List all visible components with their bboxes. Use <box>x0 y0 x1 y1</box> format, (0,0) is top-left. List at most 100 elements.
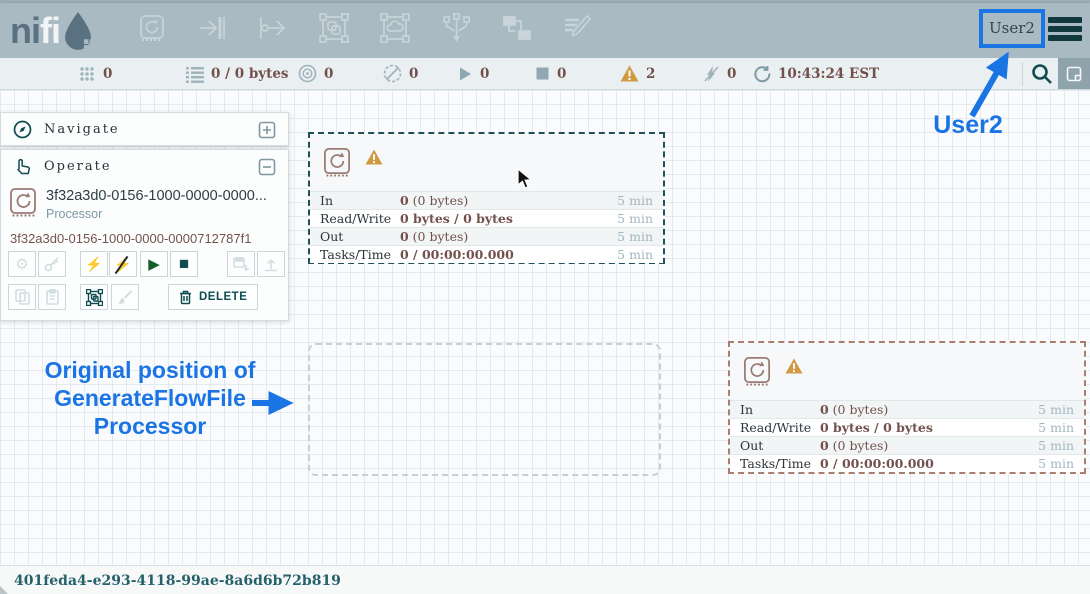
stat-window: 5 min <box>1038 456 1074 471</box>
stat-window: 5 min <box>617 193 653 208</box>
upload-template-button[interactable] <box>257 251 285 277</box>
status-transmitting: 0 <box>298 58 333 89</box>
stat-window: 5 min <box>1038 420 1074 435</box>
running-icon <box>457 66 473 82</box>
resize-grip <box>0 586 8 594</box>
stat-row-in: In 0 (0 bytes) 5 min <box>730 400 1084 418</box>
delete-button[interactable]: DELETE <box>168 284 258 310</box>
expand-icon[interactable] <box>258 121 276 139</box>
template-icon[interactable] <box>500 11 534 45</box>
search-icon <box>1030 62 1054 86</box>
disabled-bolt-icon <box>703 65 720 83</box>
operate-panel: Operate 3f32a3d0-0156-1000-0000-0000... … <box>0 149 289 321</box>
processor-generateflowfile[interactable]: In 0 (0 bytes) 5 min Read/Write 0 bytes … <box>308 132 665 264</box>
bolt-slash-icon: ⚡ <box>114 257 131 271</box>
operate-header[interactable]: Operate <box>1 150 288 183</box>
stat-row-out: Out 0 (0 bytes) 5 min <box>730 436 1084 454</box>
stat-value-bold: 0 / 00:00:00.000 <box>400 247 514 262</box>
stat-value-bold: 0 bytes / 0 bytes <box>400 211 513 226</box>
paste-button[interactable] <box>38 284 66 310</box>
stat-label: In <box>740 402 820 417</box>
threads-icon <box>78 65 96 83</box>
hand-pointer-icon <box>13 157 32 176</box>
search-button[interactable] <box>1030 62 1054 86</box>
stat-value-bold: 0 <box>820 402 829 417</box>
stat-window: 5 min <box>1038 438 1074 453</box>
stat-label: Read/Write <box>740 420 820 435</box>
status-active-threads: 0 <box>78 58 112 89</box>
funnel-icon[interactable] <box>440 11 474 45</box>
stat-row-readwrite: Read/Write 0 bytes / 0 bytes 5 min <box>310 209 663 227</box>
processor-stamp-icon <box>742 355 773 387</box>
stat-window: 5 min <box>1038 402 1074 417</box>
gear-icon: ⚙ <box>15 255 28 273</box>
processor-header <box>730 343 1084 400</box>
save-template-button[interactable] <box>227 251 255 277</box>
processor-header <box>310 134 663 191</box>
selected-component-id: 3f32a3d0-0156-1000-0000-0000712787f1 <box>10 231 251 246</box>
group-button[interactable] <box>80 284 108 310</box>
processor-ghost-copy[interactable]: In 0 (0 bytes) 5 min Read/Write 0 bytes … <box>728 341 1086 474</box>
disable-button[interactable]: ⚡ <box>109 251 137 277</box>
stat-window: 5 min <box>617 211 653 226</box>
transmitting-count: 0 <box>324 66 333 82</box>
label-icon[interactable] <box>560 11 594 45</box>
processor-icon[interactable] <box>135 11 169 45</box>
last-refresh-time: 10:43:24 EST <box>778 66 879 82</box>
upload-template-icon <box>263 257 279 272</box>
access-policies-button[interactable] <box>38 251 66 277</box>
copy-button[interactable] <box>8 284 36 310</box>
status-refresh: 10:43:24 EST <box>753 58 879 89</box>
menu-bar <box>1048 26 1082 32</box>
nifi-application-window: nifi <box>0 0 1090 594</box>
stop-button[interactable]: ■ <box>170 251 198 277</box>
stat-row-tasks: Tasks/Time 0 / 00:00:00.000 5 min <box>730 454 1084 472</box>
stat-window: 5 min <box>617 229 653 244</box>
stat-label: Out <box>740 438 820 453</box>
warning-icon <box>620 65 639 82</box>
menu-bar <box>1048 17 1082 23</box>
remote-process-group-icon[interactable] <box>378 11 412 45</box>
configure-button[interactable]: ⚙ <box>8 251 36 277</box>
status-running: 0 <box>457 58 489 89</box>
copy-icon <box>15 289 30 305</box>
queued-list-icon <box>185 65 204 83</box>
transmitting-icon <box>298 64 317 83</box>
global-menu-button[interactable] <box>1048 17 1082 44</box>
navigate-header[interactable]: Navigate <box>1 113 288 146</box>
input-port-icon[interactable] <box>196 11 230 45</box>
stop-icon: ■ <box>179 254 189 274</box>
refresh-icon[interactable] <box>753 65 771 83</box>
bulletin-button[interactable] <box>1058 58 1090 89</box>
process-group-icon[interactable] <box>317 11 351 45</box>
navigate-title: Navigate <box>44 122 246 137</box>
save-template-icon <box>233 257 250 272</box>
enable-button[interactable]: ⚡ <box>80 251 108 277</box>
stat-label: Read/Write <box>320 211 400 226</box>
warning-icon <box>785 358 803 374</box>
operate-title: Operate <box>44 159 246 174</box>
disabled-count: 0 <box>727 66 736 82</box>
status-bar: 0 0 / 0 bytes 0 0 0 0 <box>0 58 1090 90</box>
selected-component-name: 3f32a3d0-0156-1000-0000-0000... <box>46 188 286 204</box>
status-disabled: 0 <box>703 58 736 89</box>
flow-id: 401feda4-e293-4118-99ae-8a6d6b72b819 <box>14 566 341 594</box>
note-icon <box>1066 66 1082 82</box>
processor-stamp-icon <box>8 186 40 218</box>
collapse-icon[interactable] <box>258 158 276 176</box>
trash-icon <box>179 290 192 305</box>
output-port-icon[interactable] <box>257 11 291 45</box>
start-button[interactable]: ▶ <box>140 251 168 277</box>
key-icon <box>44 256 60 272</box>
stat-row-readwrite: Read/Write 0 bytes / 0 bytes 5 min <box>730 418 1084 436</box>
delete-label: DELETE <box>199 291 247 303</box>
color-button[interactable] <box>111 284 139 310</box>
not-transmitting-icon <box>383 64 402 83</box>
compass-icon <box>13 120 32 139</box>
current-user-button[interactable]: User2 <box>981 19 1043 37</box>
stat-label: Tasks/Time <box>320 247 400 262</box>
stat-window: 5 min <box>617 247 653 262</box>
status-not-transmitting: 0 <box>383 58 418 89</box>
processor-stamp-icon <box>322 146 353 178</box>
stat-value-bold: 0 / 00:00:00.000 <box>820 456 934 471</box>
